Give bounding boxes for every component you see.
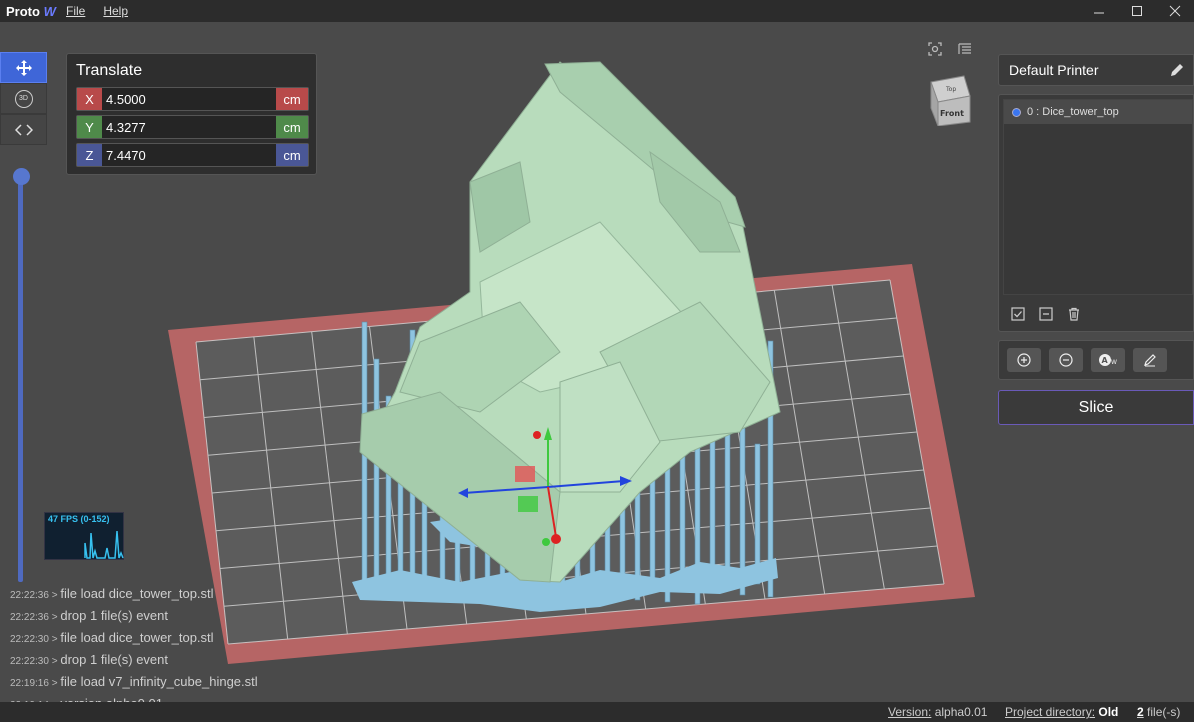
status-bar: Version: alpha0.01 Project directory: Ol…: [0, 702, 1194, 722]
translate-y-input[interactable]: 4.3277: [102, 116, 276, 138]
app-window: Proto W File Help 3D Translate X 4.5000 …: [0, 0, 1194, 722]
navcube-front-label: Front: [940, 109, 964, 118]
close-icon[interactable]: [1156, 0, 1194, 22]
translate-z-row: Z 7.4470 cm: [76, 143, 309, 167]
log-text: drop 1 file(s) event: [60, 608, 169, 623]
translate-x-row: X 4.5000 cm: [76, 87, 309, 111]
edit-printer-icon[interactable]: [1169, 62, 1185, 81]
log-entry: 22:19:14 > version alpha0.01: [10, 694, 310, 702]
slice-button[interactable]: Slice: [998, 390, 1194, 425]
move-icon[interactable]: [0, 52, 47, 83]
translate-title: Translate: [76, 62, 143, 79]
axis-x-label: X: [77, 88, 102, 110]
project-label: Project directory:: [1005, 705, 1096, 719]
fps-meter: 47 FPS (0-152): [44, 512, 124, 560]
deselect-icon[interactable]: [1037, 305, 1055, 323]
maximize-icon[interactable]: [1118, 0, 1156, 22]
fps-graph: [84, 530, 124, 559]
log-entry: 22:22:36 > drop 1 file(s) event: [10, 608, 169, 623]
auto-arrange-icon[interactable]: AW: [1091, 348, 1125, 372]
log-timestamp: 22:22:30: [10, 634, 49, 645]
project-value: Old: [1098, 705, 1119, 719]
navigation-cube[interactable]: Top Front: [926, 74, 974, 126]
zoom-in-icon[interactable]: [1007, 348, 1041, 372]
axis-z-label: Z: [77, 144, 102, 166]
window-controls: [1080, 0, 1194, 22]
printer-selector[interactable]: Default Printer: [998, 54, 1194, 86]
support-pillar: [373, 358, 380, 596]
object-visibility-dot[interactable]: [1012, 107, 1021, 117]
object-name: 0 : Dice_tower_top: [1027, 106, 1119, 118]
translate-y-row: Y 4.3277 cm: [76, 115, 309, 139]
navcube-top-label: Top: [945, 86, 956, 93]
log-text: drop 1 file(s) event: [60, 652, 169, 667]
log-entry: 22:19:16 > file load v7_infinity_cube_hi…: [10, 674, 258, 689]
log-entry: 22:22:30 > file load dice_tower_top.stl: [10, 630, 214, 645]
zoom-out-icon[interactable]: [1049, 348, 1083, 372]
menu-help[interactable]: Help: [103, 4, 128, 18]
unit-x-selector[interactable]: cm: [276, 88, 308, 110]
project-status[interactable]: Project directory: Old: [1005, 705, 1118, 719]
files-count: 2: [1137, 705, 1144, 719]
log-text: file load dice_tower_top.stl: [60, 586, 214, 601]
support-pillar: [739, 406, 746, 596]
title-bar: Proto W File Help: [0, 0, 1194, 22]
log-text: file load v7_infinity_cube_hinge.stl: [60, 674, 258, 689]
menu-file[interactable]: File: [66, 4, 85, 18]
delete-icon[interactable]: [1065, 305, 1083, 323]
edit-object-icon[interactable]: [1133, 348, 1167, 372]
log-text: file load dice_tower_top.stl: [60, 630, 214, 645]
object-tools: AW: [998, 340, 1194, 380]
axis-y-label: Y: [77, 116, 102, 138]
minimize-icon[interactable]: [1080, 0, 1118, 22]
rotate-3d-icon[interactable]: 3D: [0, 83, 47, 114]
translate-panel: Translate X 4.5000 cm Y 4.3277 cm Z 7.44…: [66, 53, 317, 175]
log-timestamp: 22:19:16: [10, 678, 49, 689]
svg-text:A: A: [1102, 356, 1109, 365]
app-logo: Proto W: [6, 3, 56, 19]
printer-name: Default Printer: [1009, 62, 1099, 78]
files-status[interactable]: 2 file(-s): [1137, 705, 1180, 719]
3d-viewport[interactable]: 3D Translate X 4.5000 cm Y 4.3277 cm Z 7…: [0, 22, 1194, 702]
unit-z-selector[interactable]: cm: [276, 144, 308, 166]
view-toolbar: [926, 40, 974, 58]
translate-z-input[interactable]: 7.4470: [102, 144, 276, 166]
layer-slider[interactable]: [13, 168, 30, 582]
slider-track[interactable]: [18, 174, 23, 582]
object-list-panel: 0 : Dice_tower_top: [998, 94, 1194, 332]
layers-list-icon[interactable]: [956, 40, 974, 58]
unit-y-selector[interactable]: cm: [276, 116, 308, 138]
event-log: 22:22:36 > file load dice_tower_top.stl 2…: [10, 584, 310, 702]
log-timestamp: 22:22:36: [10, 612, 49, 623]
translate-x-input[interactable]: 4.5000: [102, 88, 276, 110]
log-timestamp: 22:22:30: [10, 656, 49, 667]
log-entry: 22:22:36 > file load dice_tower_top.stl: [10, 586, 214, 601]
object-list: 0 : Dice_tower_top: [1003, 99, 1193, 295]
code-icon[interactable]: [0, 114, 47, 145]
select-all-icon[interactable]: [1009, 305, 1027, 323]
list-item[interactable]: 0 : Dice_tower_top: [1004, 100, 1192, 124]
log-entry: 22:22:30 > drop 1 file(s) event: [10, 652, 169, 667]
slider-thumb[interactable]: [13, 168, 30, 185]
log-timestamp: 22:22:36: [10, 590, 49, 601]
tool-panel: 3D: [0, 52, 47, 145]
files-label: file(-s): [1147, 705, 1181, 719]
svg-text:W: W: [1111, 359, 1117, 366]
version-label: Version:: [888, 705, 932, 719]
version-status: Version: alpha0.01: [888, 705, 987, 719]
version-value: alpha0.01: [934, 705, 988, 719]
screenshot-icon[interactable]: [926, 40, 944, 58]
object-actions: [1009, 305, 1083, 323]
